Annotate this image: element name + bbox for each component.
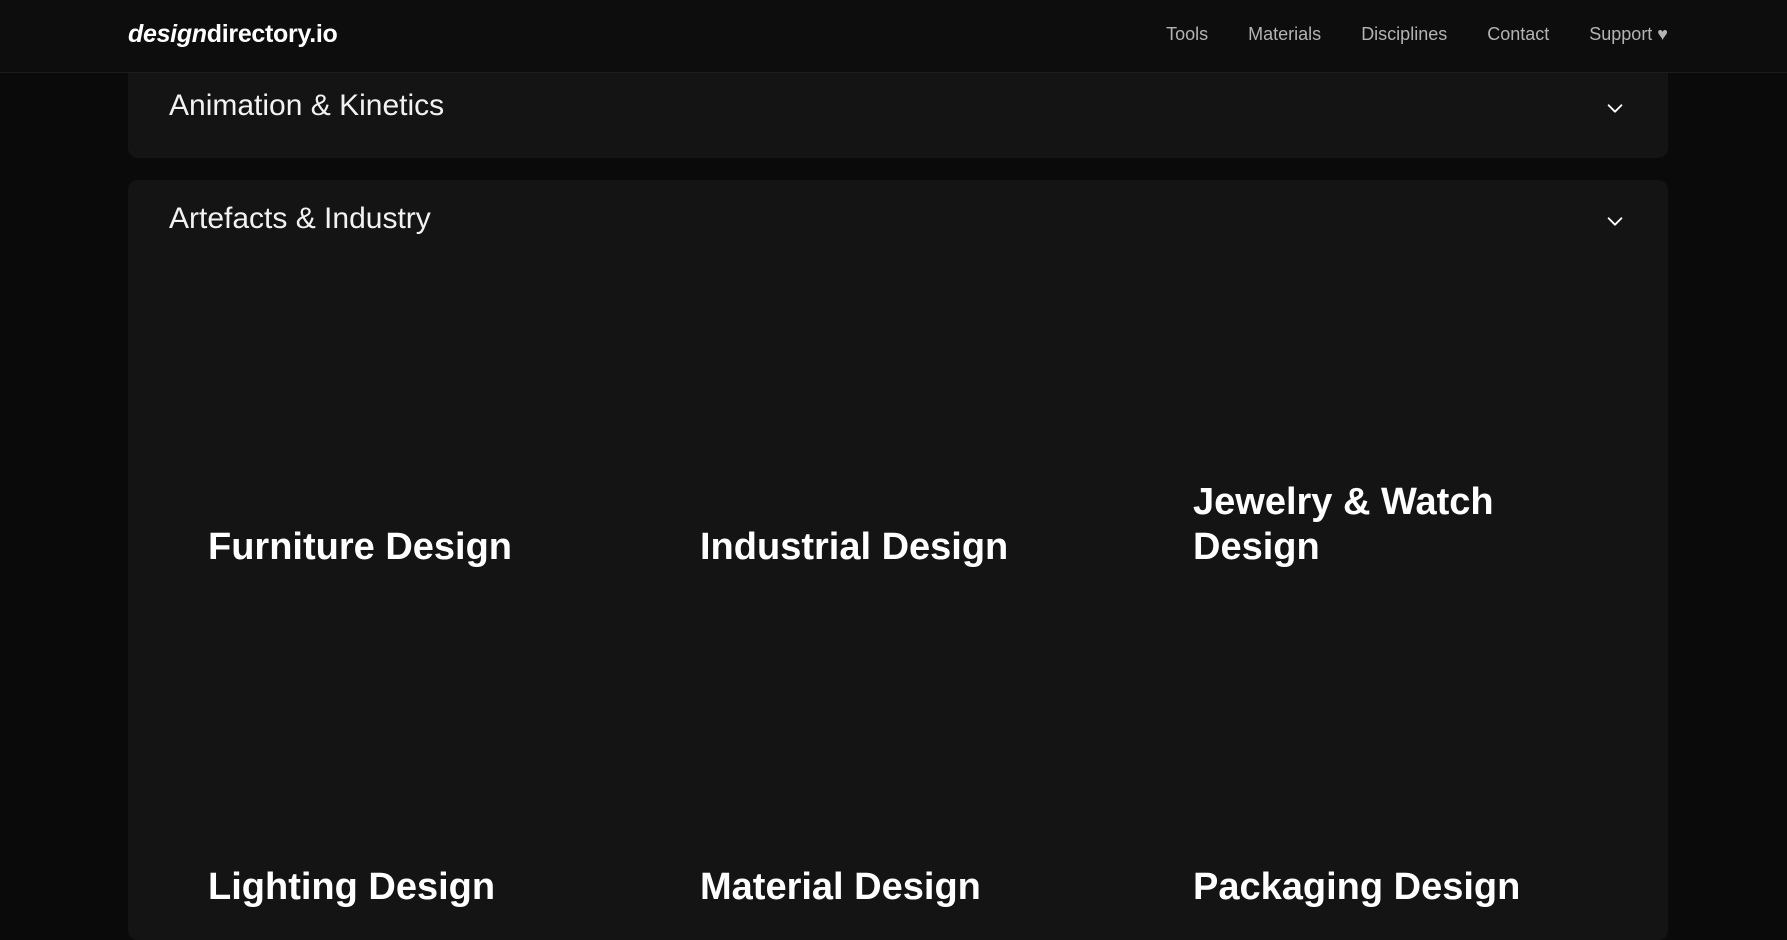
section-title: Animation & Kinetics [169,89,445,122]
section-artefacts-industry: Artefacts & Industry Furniture Design In… [128,180,1668,940]
main-nav: Tools Materials Disciplines Contact Supp… [1166,24,1668,45]
discipline-card-furniture-design[interactable]: Furniture Design [128,290,608,580]
section-header-animation-kinetics[interactable]: Animation & Kinetics [128,89,1668,149]
card-title: Industrial Design [700,526,1009,568]
nav-link-materials[interactable]: Materials [1248,24,1321,45]
section-header-artefacts-industry[interactable]: Artefacts & Industry [128,202,1668,262]
card-title: Furniture Design [208,526,513,568]
logo-text: directory.io [206,20,338,48]
site-logo[interactable]: designdirectory.io [128,20,338,49]
card-title: Lighting Design [208,866,496,908]
card-title: Material Design [700,866,981,908]
chevron-down-icon[interactable] [1604,210,1626,232]
nav-link-contact[interactable]: Contact [1487,24,1549,45]
nav-link-disciplines[interactable]: Disciplines [1361,24,1447,45]
discipline-card-lighting-design[interactable]: Lighting Design [128,630,608,920]
discipline-card-industrial-design[interactable]: Industrial Design [620,290,1100,580]
card-title: Jewelry & Watch Design [1193,481,1494,568]
card-title: Packaging Design [1193,866,1521,908]
discipline-card-packaging-design[interactable]: Packaging Design [1113,630,1593,920]
chevron-down-icon[interactable] [1604,97,1626,119]
top-navigation-bar: designdirectory.io Tools Materials Disci… [0,0,1787,73]
nav-link-tools[interactable]: Tools [1166,24,1208,45]
discipline-card-jewelry-watch-design[interactable]: Jewelry & Watch Design [1113,290,1593,580]
section-title: Artefacts & Industry [169,202,431,235]
nav-link-support[interactable]: Support ♥ [1589,24,1668,45]
discipline-card-material-design[interactable]: Material Design [620,630,1100,920]
logo-italic-text: design [128,20,207,48]
